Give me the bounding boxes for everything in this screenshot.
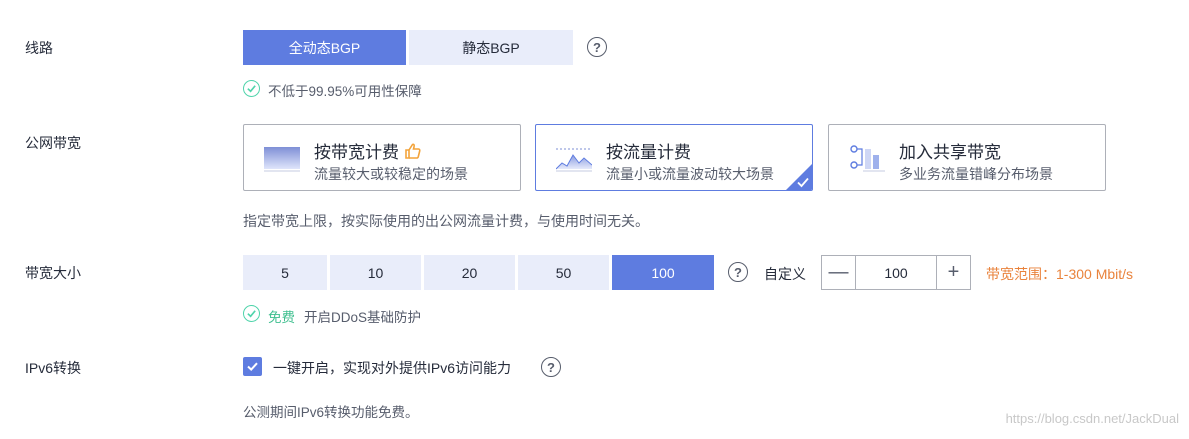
bandwidth-option-20[interactable]: 20 — [424, 255, 515, 290]
bandwidth-note: 指定带宽上限，按实际使用的出公网流量计费，与使用时间无关。 — [243, 213, 649, 229]
bandwidth-option-100[interactable]: 100 — [612, 255, 714, 290]
decrement-button[interactable]: — — [822, 256, 856, 289]
selected-check-icon — [786, 164, 812, 190]
ipv6-help-icon[interactable]: ? — [541, 357, 561, 377]
ipv6-note: 公测期间IPv6转换功能免费。 — [243, 405, 419, 420]
ipv6-enable-label: 一键开启，实现对外提供IPv6访问能力 — [273, 360, 512, 376]
bandwidth-help-icon[interactable]: ? — [728, 262, 748, 282]
line-option-static-bgp[interactable]: 静态BGP — [409, 30, 573, 65]
card-desc: 流量较大或较稳定的场景 — [314, 166, 468, 182]
card-title: 按带宽计费 — [314, 138, 422, 163]
watermark: https://blog.csdn.net/JackDual — [1005, 411, 1179, 426]
card-shared-bandwidth[interactable]: 加入共享带宽 多业务流量错峰分布场景 — [828, 124, 1106, 191]
card-desc: 流量小或流量波动较大场景 — [606, 166, 774, 182]
check-circle-icon — [243, 80, 260, 97]
checkmark-icon — [247, 362, 258, 372]
shared-bandwidth-icon — [850, 145, 885, 172]
card-traffic-billing[interactable]: 按流量计费 流量小或流量波动较大场景 — [535, 124, 813, 191]
bandwidth-range: 带宽范围：1-300 Mbit/s — [986, 266, 1134, 282]
thumbs-up-icon — [404, 143, 421, 159]
bandwidth-value-input[interactable] — [856, 256, 936, 289]
free-label: 免费 — [268, 310, 295, 325]
bandwidth-chart-icon — [264, 147, 300, 172]
line-help-icon[interactable]: ? — [587, 37, 607, 57]
ipv6-checkbox[interactable] — [243, 357, 262, 376]
card-desc: 多业务流量错峰分布场景 — [899, 166, 1053, 182]
card-title: 按流量计费 — [606, 143, 691, 162]
bandwidth-size-label: 带宽大小 — [25, 265, 81, 281]
bandwidth-option-10[interactable]: 10 — [330, 255, 421, 290]
availability-guarantee: 不低于99.95%可用性保障 — [268, 84, 422, 99]
ipv6-label: IPv6转换 — [25, 360, 82, 376]
bandwidth-option-50[interactable]: 50 — [518, 255, 609, 290]
line-option-full-dynamic-bgp[interactable]: 全动态BGP — [243, 30, 406, 65]
custom-label: 自定义 — [764, 266, 806, 282]
traffic-chart-icon — [556, 148, 592, 172]
ddos-protection-text: 开启DDoS基础防护 — [304, 310, 422, 325]
card-title: 加入共享带宽 — [899, 143, 1001, 162]
bandwidth-type-label: 公网带宽 — [25, 135, 81, 151]
line-label: 线路 — [25, 40, 53, 56]
increment-button[interactable]: + — [936, 256, 970, 289]
bandwidth-stepper[interactable]: — + — [821, 255, 971, 290]
check-circle-icon — [243, 305, 260, 322]
bandwidth-option-5[interactable]: 5 — [243, 255, 327, 290]
card-bandwidth-billing[interactable]: 按带宽计费 流量较大或较稳定的场景 — [243, 124, 521, 191]
